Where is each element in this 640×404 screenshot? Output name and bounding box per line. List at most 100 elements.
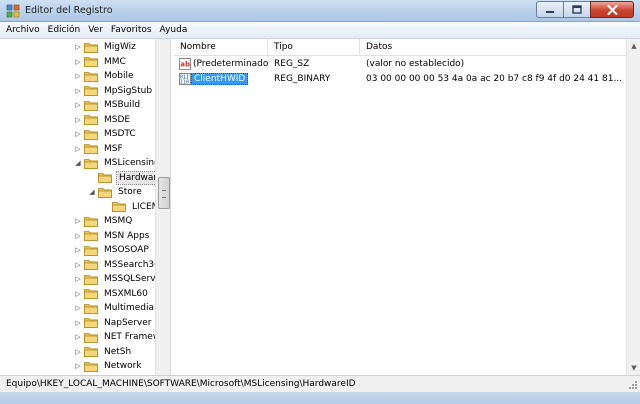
window-controls [536,1,634,18]
expand-arrow-icon[interactable]: ▷ [74,304,82,312]
close-button[interactable] [590,1,634,18]
folder-icon [84,361,98,372]
folder-icon [84,347,98,357]
folder-icon [84,318,98,328]
tree-item-label: MSLicensing [104,158,160,168]
tree-item[interactable]: ▷ MSOSOAP [74,243,151,257]
expand-arrow-icon[interactable]: ▷ [74,87,82,95]
tree-item-label: MigWiz [104,42,136,52]
tree-item[interactable]: ▷ MSXML60 [74,287,150,301]
tree-item-label: NetSh [104,346,132,357]
folder-icon [84,332,98,343]
menu-archivo[interactable]: Archivo [0,22,44,38]
maximize-button[interactable] [563,1,590,18]
tree-item-label: MpSigStub [104,85,153,96]
column-header-tipo[interactable]: Tipo [268,39,360,56]
close-icon [607,4,617,15]
chevron-down-icon: ▼ [631,364,637,372]
status-bar: Equipo\HKEY_LOCAL_MACHINE\SOFTWARE\Micro… [0,375,640,392]
folder-icon [84,274,98,285]
tree-item[interactable]: ▷ MpSigStub [74,84,154,98]
tree-item[interactable]: ▷ Network [74,359,144,373]
expand-arrow-icon[interactable]: ▷ [74,348,82,356]
tree-item-label: Mobile [104,71,134,81]
tree-item-label: Store [118,187,142,197]
maximize-icon [572,5,582,14]
tree-item[interactable]: ▷ MSMQ [74,214,134,228]
window-title: Editor del Registro [25,5,113,16]
expand-arrow-icon[interactable]: ▷ [74,333,82,341]
expand-arrow-icon[interactable]: ▷ [74,275,82,283]
tree-item[interactable]: ▷ MigWiz [74,40,138,54]
expand-arrow-icon[interactable]: ▷ [74,246,82,254]
expand-arrow-icon[interactable]: ▷ [74,319,82,327]
expand-arrow-icon[interactable]: ▷ [74,145,82,153]
expand-arrow-icon[interactable]: ▷ [74,217,82,225]
tree-item[interactable]: ▷ MSDTC [74,127,138,141]
menu-ver[interactable]: Ver [84,22,107,38]
tree-item-label: Multimedia [104,303,155,313]
column-header-datos[interactable]: Datos [360,39,626,56]
tree-scroll-thumb[interactable] [158,177,170,209]
resize-grip-icon[interactable] [628,380,638,390]
expand-arrow-icon[interactable]: ▷ [74,101,82,109]
expand-arrow-icon[interactable]: ▷ [74,58,82,66]
tree-item-label: MSDTC [104,129,136,139]
tree-item[interactable]: ▷ MSBuild [74,98,142,112]
menu-favoritos[interactable]: Favoritos [107,22,156,38]
expand-arrow-icon[interactable]: ▷ [74,290,82,298]
tree-item-label: MSSearch36 [104,259,160,270]
list-vertical-scrollbar[interactable]: ▲ ▼ [626,39,640,375]
folder-icon [84,115,98,125]
registry-key-tree[interactable]: ▷ MigWiz ▷ MMC ▷ Mobile ▷ MpSigStub ▷ MSBuild ▷ MSD… [0,39,171,375]
menu-bar: Archivo Edición Ver Favoritos Ayuda [0,22,640,39]
folder-icon [98,173,112,183]
binary-value-icon: 011 110 [179,73,191,85]
tree-item[interactable]: ▷ Multimedia [74,301,156,315]
tree-item[interactable]: ▷ NetSh [74,345,133,359]
column-header-nombre[interactable]: Nombre [174,39,268,56]
expand-arrow-icon[interactable]: ▷ [74,362,82,370]
tree-item-label: MSF [104,143,123,154]
folder-icon [84,158,98,169]
value-name-selected: ClientHWID [191,72,271,86]
tree-item[interactable]: ▷ Mobile [74,69,136,83]
registry-values-list[interactable]: Nombre Tipo Datos ab (Predeterminado) RE… [174,39,640,375]
expand-arrow-icon[interactable]: ▷ [74,116,82,124]
tree-item[interactable]: ▷ MSF [74,142,125,156]
tree-item[interactable]: ▷ MSN Apps [74,229,151,243]
expand-arrow-icon[interactable]: ▷ [74,130,82,138]
minimize-button[interactable] [536,1,563,18]
folder-icon [98,187,112,198]
expand-arrow-icon[interactable]: ▷ [74,43,82,51]
folder-icon [84,71,98,82]
svg-text:ab: ab [180,61,190,69]
scroll-down-button[interactable]: ▼ [627,361,640,375]
svg-text:110: 110 [180,80,189,85]
menu-edicion[interactable]: Edición [44,22,85,38]
list-row[interactable]: ab (Predeterminado) REG_SZ (valor no est… [174,57,626,71]
list-row[interactable]: 011 110 ClientHWID REG_BINARY 03 00 00 0… [174,72,626,86]
expand-arrow-icon[interactable]: ▷ [74,261,82,269]
folder-icon [84,100,98,111]
menu-ayuda[interactable]: Ayuda [156,22,192,38]
collapse-arrow-icon[interactable]: ◢ [88,188,96,196]
tree-item[interactable]: ▷ MSSearch36 [74,258,162,272]
tree-item[interactable]: ▷ MSSQLServer [74,272,167,286]
string-value-icon: ab [179,58,191,70]
tree-item[interactable]: ▷ MSDE [74,113,132,127]
tree-item[interactable]: ▷ NapServer [74,316,153,330]
expand-arrow-icon[interactable]: ▷ [74,232,82,240]
scroll-up-button[interactable]: ▲ [627,39,640,53]
title-bar[interactable]: Editor del Registro [0,0,640,22]
expand-arrow-icon[interactable]: ▷ [74,72,82,80]
tree-item[interactable]: ◢ Store [88,185,144,199]
tree-item-label: MMC [104,56,126,67]
folder-icon [84,86,98,96]
value-name[interactable]: ClientHWID [191,73,249,85]
collapse-arrow-icon[interactable]: ◢ [74,159,82,167]
tree-vertical-scrollbar[interactable] [155,39,170,375]
tree-item-label: MSBuild [104,100,141,110]
tree-item[interactable]: ▷ MMC [74,55,128,69]
tree-item[interactable]: ◢ MSLicensing [74,156,162,170]
